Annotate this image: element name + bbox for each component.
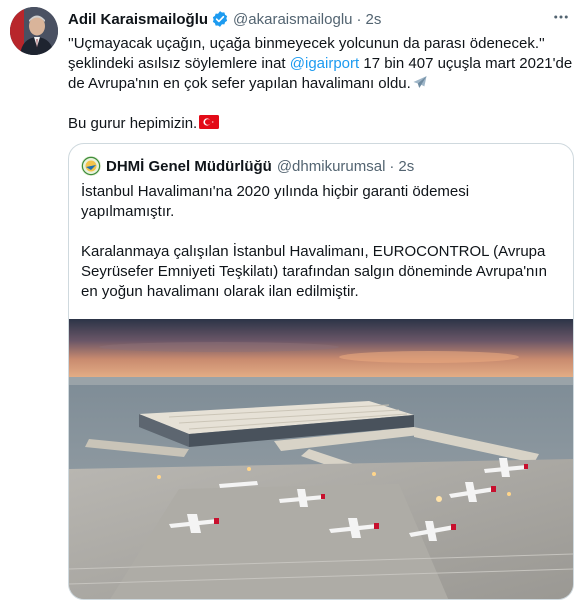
tweet-text-segment: 17 bin 407 uçuşla mart 2021'de: [359, 55, 573, 72]
mention-link[interactable]: @igairport: [290, 55, 359, 72]
tweet-text-line: şeklindeki asılsız söylemlere inat @igai…: [68, 54, 574, 74]
tweet-timestamp[interactable]: 2s: [366, 11, 382, 28]
tweet-header: Adil Karaismailoğlu @akaraismailoglu · 2…: [68, 9, 381, 29]
quoted-paragraph: İstanbul Havalimanı'na 2020 yılında hiçb…: [81, 183, 470, 220]
separator-dot: ·: [356, 10, 362, 28]
quoted-tweet-timestamp[interactable]: 2s: [398, 158, 414, 175]
quoted-tweet[interactable]: DHMİ Genel Müdürlüğü @dhmikurumsal · 2s …: [68, 143, 574, 600]
quoted-author-name[interactable]: DHMİ Genel Müdürlüğü: [106, 158, 272, 175]
tweet-text-line: Bu gurur hepimizin.: [68, 114, 574, 134]
separator-dot: ·: [389, 157, 395, 175]
quoted-paragraph: Karalanmaya çalışılan İstanbul Havaliman…: [81, 243, 547, 300]
airplane-emoji: [411, 74, 429, 90]
tweet[interactable]: Adil Karaismailoğlu @akaraismailoglu · 2…: [0, 0, 582, 603]
quoted-author-avatar[interactable]: [81, 156, 101, 176]
tweet-text-segment: de Avrupa'nın en çok sefer yapılan haval…: [68, 75, 411, 92]
airport-aerial-photo[interactable]: [69, 319, 573, 599]
tweet-text: ''Uçmayacak uçağın, uçağa binmeyecek yol…: [68, 34, 574, 134]
verified-badge-icon: [211, 10, 229, 28]
quoted-author-handle[interactable]: @dhmikurumsal: [277, 158, 386, 175]
quoted-tweet-header: DHMİ Genel Müdürlüğü @dhmikurumsal · 2s: [81, 156, 414, 176]
author-name[interactable]: Adil Karaismailoğlu: [68, 11, 208, 28]
author-avatar[interactable]: [10, 7, 58, 55]
tweet-text-segment: şeklindeki asılsız söylemlere inat: [68, 55, 290, 72]
tweet-text-line: ''Uçmayacak uçağın, uçağa binmeyecek yol…: [68, 35, 545, 52]
tweet-text-line: de Avrupa'nın en çok sefer yapılan haval…: [68, 74, 574, 94]
author-handle[interactable]: @akaraismailoglu: [233, 11, 352, 28]
turkey-flag-emoji: [199, 115, 220, 129]
more-options-icon[interactable]: [550, 6, 572, 28]
quoted-tweet-text: İstanbul Havalimanı'na 2020 yılında hiçb…: [81, 182, 561, 302]
tweet-text-segment: Bu gurur hepimizin.: [68, 115, 198, 132]
